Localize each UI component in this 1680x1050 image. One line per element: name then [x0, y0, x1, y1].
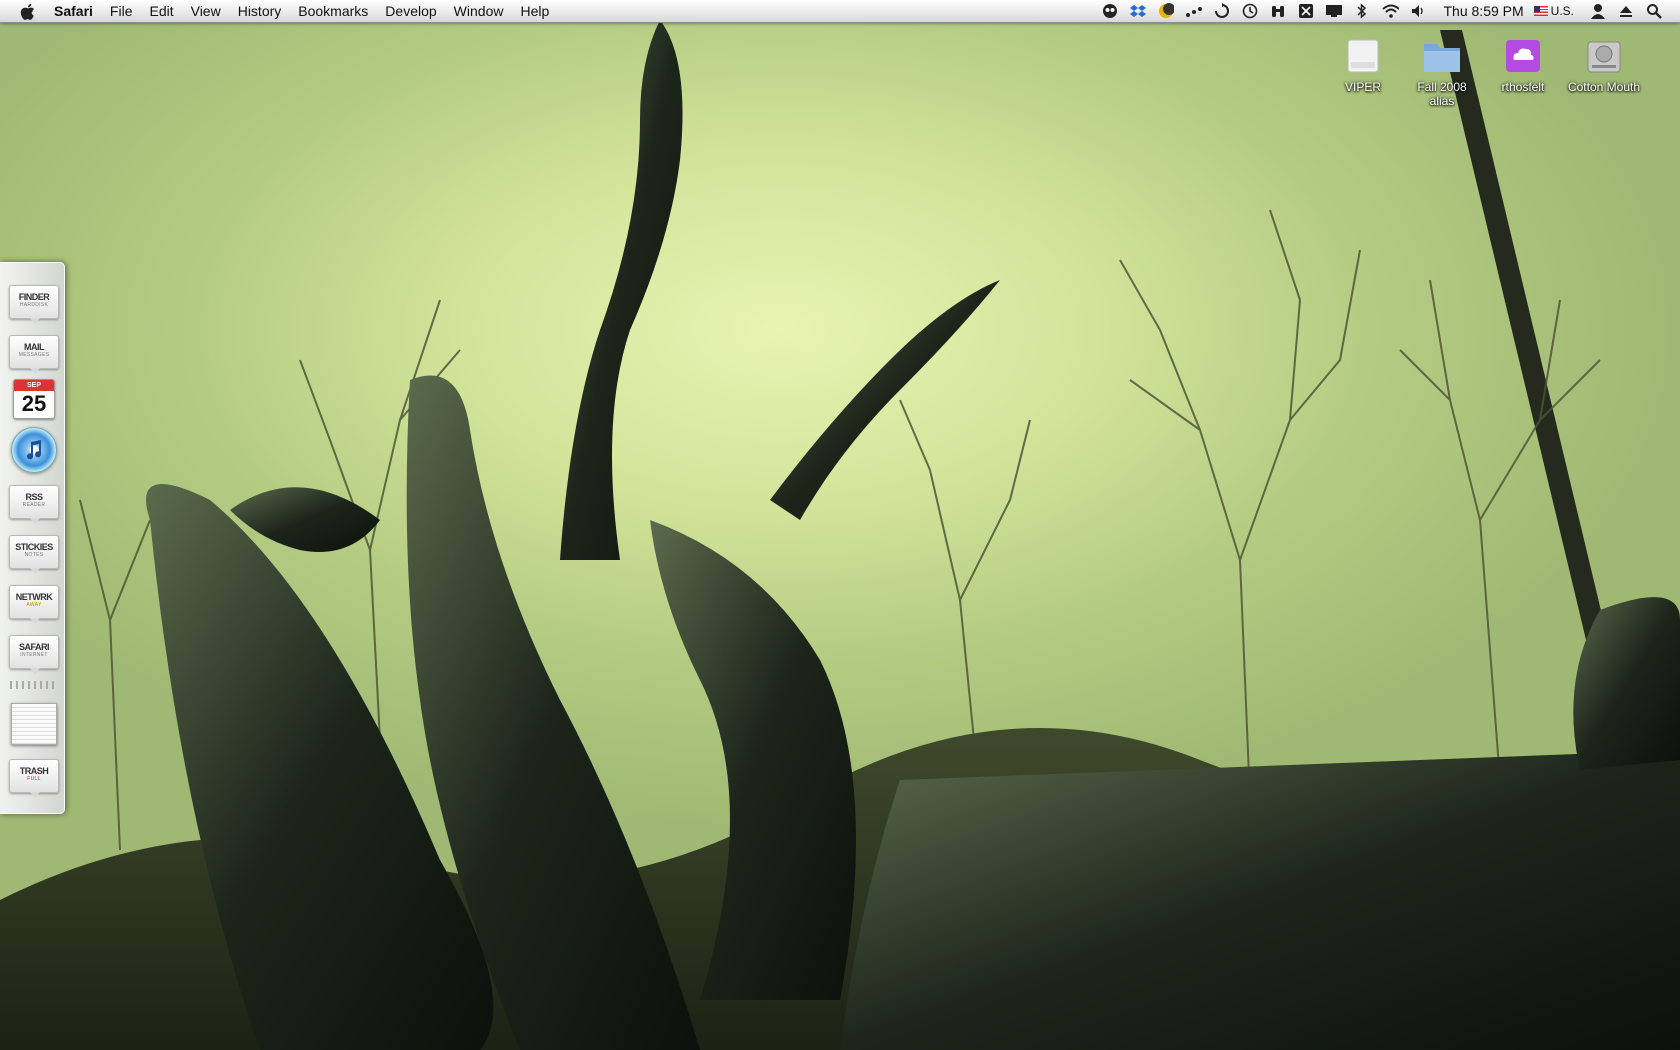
menu-bookmarks[interactable]: Bookmarks — [298, 0, 368, 22]
user-icon[interactable] — [1589, 3, 1607, 19]
menu-app-safari[interactable]: Safari — [54, 0, 93, 22]
dock-item-network[interactable]: NETWRK AWAY — [9, 585, 59, 624]
dock-separator — [10, 681, 56, 689]
hard-drive-icon — [1584, 36, 1624, 76]
dock-label: RSS — [25, 492, 43, 502]
input-menu[interactable]: U.S. — [1533, 4, 1574, 18]
eject-icon[interactable] — [1617, 3, 1635, 19]
scissors-icon[interactable] — [1297, 3, 1315, 19]
menu-edit[interactable]: Edit — [149, 0, 173, 22]
dock-sublabel: MESSAGES — [18, 352, 50, 358]
display-icon[interactable] — [1325, 3, 1343, 19]
calendar-day: 25 — [21, 391, 47, 416]
dock-item-itunes[interactable] — [9, 427, 59, 473]
desktop-icon-label: VIPER — [1344, 80, 1381, 94]
menu-file[interactable]: File — [110, 0, 133, 22]
window-thumbnail-icon — [11, 703, 57, 745]
wifi-icon[interactable] — [1381, 3, 1399, 19]
dock-item-mail[interactable]: MAIL MESSAGES — [9, 335, 59, 374]
dropbox-icon[interactable] — [1129, 3, 1147, 19]
desktop-icon-cotton-mouth[interactable]: Cotton Mouth — [1567, 36, 1641, 94]
itunes-icon — [11, 427, 57, 473]
dock-sublabel: INTERNET — [20, 652, 48, 658]
dock-item-finder[interactable]: FINDER HARDDISK — [9, 285, 59, 324]
dock-item-stickies[interactable]: STICKIES NOTES — [9, 535, 59, 574]
menu-help[interactable]: Help — [520, 0, 549, 22]
moon-icon[interactable] — [1157, 3, 1175, 19]
desktop-wallpaper — [0, 0, 1680, 1050]
menu-history[interactable]: History — [238, 0, 282, 22]
time-machine-icon[interactable] — [1241, 3, 1259, 19]
desktop-icon-fall-2008-alias[interactable]: Fall 2008 alias — [1405, 36, 1479, 108]
input-language-label: U.S. — [1550, 4, 1574, 18]
dock-item-calendar[interactable]: SEP 25 — [9, 379, 59, 421]
desktop-icon-rthosfelt[interactable]: rthosfelt — [1486, 36, 1560, 94]
desktop-icon-label: rthosfelt — [1501, 80, 1545, 94]
desktop-icon-label: Fall 2008 alias — [1417, 80, 1467, 108]
us-flag-icon — [1533, 6, 1548, 16]
dock-label: STICKIES — [15, 542, 53, 552]
calendar-icon: SEP 25 — [13, 379, 55, 419]
dock-label: TRASH — [19, 766, 49, 776]
volume-icon[interactable] — [1409, 3, 1427, 19]
dock-sublabel: READER — [22, 502, 46, 508]
folder-icon — [1422, 36, 1462, 76]
dock-sublabel: HARDDISK — [19, 302, 49, 308]
dock-label: FINDER — [18, 292, 50, 302]
menu-bar: Safari File Edit View History Bookmarks … — [0, 0, 1680, 23]
external-drive-icon — [1343, 36, 1383, 76]
dock: FINDER HARDDISK MAIL MESSAGES SEP 25 RSS RE… — [0, 262, 65, 814]
sync-icon[interactable] — [1213, 3, 1231, 19]
apple-menu-icon[interactable] — [18, 2, 36, 20]
dock-label: NETWRK — [15, 592, 53, 602]
menu-view[interactable]: View — [191, 0, 221, 22]
desktop-icon-label: Cotton Mouth — [1567, 80, 1641, 94]
dock-sublabel: NOTES — [24, 552, 44, 558]
desktop-icon-viper[interactable]: VIPER — [1326, 36, 1400, 94]
alien-icon[interactable] — [1101, 3, 1119, 19]
dock-label: MAIL — [24, 342, 45, 352]
dock-item-minimized-window[interactable] — [9, 703, 59, 745]
menubar-clock[interactable]: Thu 8:59 PM — [1444, 3, 1524, 19]
spotlight-icon[interactable] — [1645, 3, 1663, 19]
calendar-month: SEP — [14, 380, 54, 391]
dock-label: SAFARI — [18, 642, 50, 652]
dock-sublabel: AWAY — [26, 602, 42, 608]
binoculars-icon[interactable] — [1269, 3, 1287, 19]
menu-develop[interactable]: Develop — [385, 0, 436, 22]
dots-icon[interactable] — [1185, 3, 1203, 19]
bluetooth-icon[interactable] — [1353, 3, 1371, 19]
dock-item-trash[interactable]: TRASH FULL — [9, 759, 59, 798]
dock-item-rss[interactable]: RSS READER — [9, 485, 59, 524]
dock-item-safari[interactable]: SAFARI INTERNET — [9, 635, 59, 674]
menu-window[interactable]: Window — [454, 0, 504, 22]
idisk-icon — [1503, 36, 1543, 76]
dock-sublabel: FULL — [27, 776, 41, 782]
